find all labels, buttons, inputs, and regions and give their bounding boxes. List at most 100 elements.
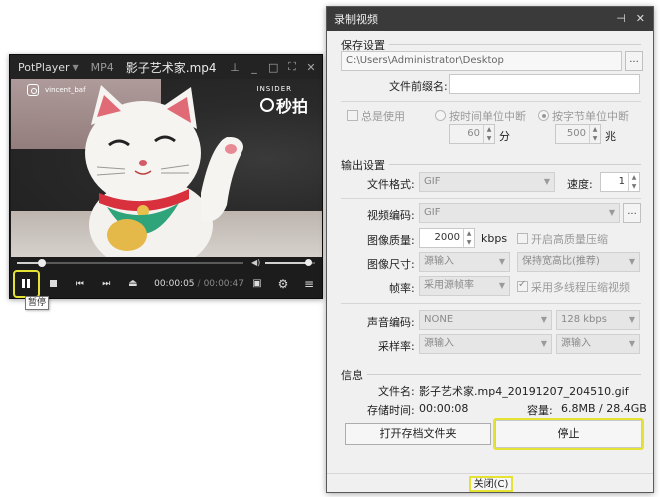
output-separator-1 bbox=[341, 198, 641, 199]
samplerate-select[interactable]: 源输入 ▼ bbox=[419, 334, 552, 354]
size-split-spinner[interactable]: 500 ▲ ▼ bbox=[555, 124, 601, 144]
channels-select[interactable]: 源输入 ▼ bbox=[556, 334, 640, 354]
video-codec-value: GIF bbox=[424, 207, 441, 218]
spinner-arrows-icon[interactable]: ▲ ▼ bbox=[589, 125, 600, 143]
samplerate-label: 采样率: bbox=[378, 340, 415, 353]
seek-handle[interactable] bbox=[37, 259, 46, 267]
time-split-spinner[interactable]: 60 ▲ ▼ bbox=[449, 124, 495, 144]
video-frame[interactable]: vincent_baf INSIDER 秒拍 bbox=[11, 79, 322, 257]
format-value: GIF bbox=[424, 176, 441, 187]
menu-button[interactable]: ≡ bbox=[296, 269, 322, 298]
watermark-logo: 秒拍 bbox=[259, 93, 308, 117]
volume-icon[interactable]: ◀) bbox=[251, 258, 260, 267]
codec-options-button[interactable]: ... bbox=[623, 203, 641, 223]
quality-value: 2000 bbox=[434, 232, 460, 243]
chevron-down-icon: ▼ bbox=[628, 339, 635, 348]
chevron-down-icon: ▼ bbox=[628, 315, 635, 324]
eject-button[interactable]: ⏏ bbox=[120, 269, 147, 298]
info-filename-value: 影子艺术家.mp4_20191207_204510.gif bbox=[419, 385, 629, 398]
stop-button[interactable]: 停止 bbox=[493, 418, 644, 450]
image-size-select[interactable]: 源输入 ▼ bbox=[419, 252, 510, 272]
image-size-label: 图像尺寸: bbox=[367, 258, 415, 271]
chevron-down-icon: ▼ bbox=[498, 257, 505, 266]
pause-tooltip: 暂停 bbox=[25, 296, 49, 310]
browse-path-button[interactable]: ... bbox=[625, 51, 643, 71]
split-by-time-radio[interactable] bbox=[435, 110, 446, 121]
fps-select[interactable]: 采用源帧率 ▼ bbox=[419, 276, 510, 296]
prefix-label: 文件前缀名: bbox=[389, 80, 448, 93]
split-by-size-radio[interactable] bbox=[538, 110, 549, 121]
info-filename-label: 文件名: bbox=[378, 385, 415, 398]
prefix-input[interactable] bbox=[449, 74, 640, 94]
save-path-field[interactable]: C:\Users\Administrator\Desktop bbox=[341, 51, 622, 71]
player-titlebar[interactable]: PotPlayer ▼ MP4 影子艺术家.mp4 ⊥ _ □ ⛶ ✕ bbox=[10, 55, 322, 79]
footer-separator bbox=[327, 473, 653, 474]
quality-unit-label: kbps bbox=[481, 232, 508, 245]
app-menu-caret-icon[interactable]: ▼ bbox=[73, 63, 79, 72]
spinner-arrows-icon[interactable]: ▲ ▼ bbox=[483, 125, 494, 143]
hamburger-menu-icon: ≡ bbox=[303, 276, 315, 291]
spinner-arrows-icon[interactable]: ▲ ▼ bbox=[463, 229, 474, 247]
format-label: 文件格式: bbox=[367, 178, 415, 191]
speed-spinner[interactable]: 1 ▲ ▼ bbox=[600, 172, 640, 192]
player-format-label: MP4 bbox=[90, 60, 114, 74]
pin-icon[interactable]: ⊣ bbox=[616, 12, 626, 25]
high-quality-checkbox[interactable] bbox=[517, 233, 528, 244]
eject-icon: ⏏ bbox=[128, 278, 138, 289]
player-right-controls: ▣ ⚙ ≡ bbox=[244, 269, 322, 298]
chevron-down-icon: ▼ bbox=[498, 281, 505, 290]
pin-icon[interactable]: ⊥ bbox=[230, 61, 240, 74]
pause-button[interactable] bbox=[13, 269, 40, 298]
player-control-bar: ⏮ ⏭ ⏏ 00:00:05/00:00:47 ▣ ⚙ ≡ bbox=[11, 269, 322, 298]
playlist-icon: ▣ bbox=[252, 278, 262, 289]
high-quality-label: 开启高质量压缩 bbox=[531, 233, 608, 246]
format-select[interactable]: GIF ▼ bbox=[419, 172, 555, 192]
player-window-controls: ⊥ _ □ ⛶ ✕ bbox=[230, 55, 316, 79]
size-split-value: 500 bbox=[566, 128, 586, 139]
stop-button[interactable] bbox=[40, 269, 67, 298]
always-use-checkbox[interactable] bbox=[347, 110, 358, 121]
chevron-down-icon: ▼ bbox=[543, 177, 550, 186]
player-app-name[interactable]: PotPlayer bbox=[18, 61, 70, 74]
time-unit-label: 分 bbox=[499, 130, 510, 143]
audio-bitrate-select[interactable]: 128 kbps ▼ bbox=[556, 310, 640, 330]
channels-value: 源输入 bbox=[561, 338, 591, 349]
minimize-icon[interactable]: _ bbox=[249, 61, 259, 74]
playlist-button[interactable]: ▣ bbox=[244, 269, 270, 298]
video-codec-label: 视频编码: bbox=[367, 209, 415, 222]
split-by-size-label: 按字节单位中断 bbox=[552, 110, 629, 123]
spinner-arrows-icon[interactable]: ▲ ▼ bbox=[628, 173, 639, 191]
fps-value: 采用源帧率 bbox=[424, 280, 474, 291]
next-button[interactable]: ⏭ bbox=[93, 269, 120, 298]
open-folder-button[interactable]: 打开存档文件夹 bbox=[345, 423, 491, 445]
seek-bar[interactable] bbox=[17, 259, 243, 267]
quality-spinner[interactable]: 2000 ▲ ▼ bbox=[419, 228, 475, 248]
audio-codec-select[interactable]: NONE ▼ bbox=[419, 310, 552, 330]
maximize-icon[interactable]: □ bbox=[268, 61, 278, 74]
dialog-titlebar[interactable]: 录制视频 ⊣ ✕ bbox=[327, 7, 653, 31]
close-icon[interactable]: ✕ bbox=[306, 61, 316, 74]
close-button[interactable]: 关闭(C) bbox=[469, 476, 513, 492]
volume-slider[interactable] bbox=[265, 259, 315, 266]
samplerate-value: 源输入 bbox=[424, 338, 454, 349]
video-codec-select[interactable]: GIF ▼ bbox=[419, 203, 620, 223]
fps-label: 帧率: bbox=[389, 282, 415, 295]
info-duration-value: 00:00:08 bbox=[419, 402, 469, 415]
previous-button[interactable]: ⏮ bbox=[67, 269, 94, 298]
always-use-label: 总是使用 bbox=[361, 110, 405, 123]
time-current: 00:00:05 bbox=[154, 278, 195, 289]
close-icon[interactable]: ✕ bbox=[636, 12, 645, 25]
settings-button[interactable]: ⚙ bbox=[270, 269, 296, 298]
aspect-ratio-select[interactable]: 保持宽高比(推荐) ▼ bbox=[517, 252, 640, 272]
size-unit-label: 兆 bbox=[605, 130, 616, 143]
quality-label: 图像质量: bbox=[367, 234, 415, 247]
audio-codec-label: 声音编码: bbox=[367, 316, 415, 329]
instagram-icon bbox=[27, 84, 39, 96]
volume-handle[interactable] bbox=[304, 259, 312, 266]
dialog-window-controls: ⊣ ✕ bbox=[616, 12, 645, 25]
watermark-username: vincent_baf bbox=[45, 86, 86, 94]
fullscreen-icon[interactable]: ⛶ bbox=[287, 60, 297, 74]
multithread-checkbox[interactable] bbox=[517, 279, 528, 292]
time-total: 00:00:47 bbox=[203, 278, 244, 289]
record-video-dialog: 录制视频 ⊣ ✕ 保存设置 C:\Users\Administrator\Des… bbox=[326, 6, 654, 493]
